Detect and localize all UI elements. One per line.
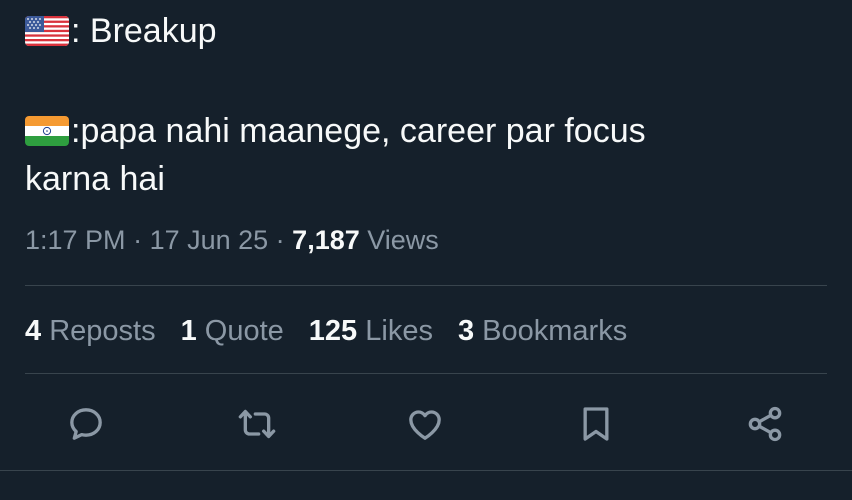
tweet-time[interactable]: 1:17 PM <box>25 225 126 255</box>
tweet-line-2: :papa nahi maanege, career par focus <box>25 110 646 152</box>
tweet-date[interactable]: 17 Jun 25 <box>150 225 269 255</box>
tweet-text-line-2: :papa nahi maanege, career par focus <box>71 112 646 150</box>
bookmarks-stat[interactable]: 3 Bookmarks <box>458 311 627 351</box>
meta-separator: · <box>125 225 150 255</box>
like-button[interactable] <box>401 400 449 448</box>
bookmark-button[interactable] <box>572 400 620 448</box>
tweet-text-line-3: karna hai <box>25 160 165 198</box>
quotes-stat[interactable]: 1 Quote <box>181 311 284 351</box>
likes-label: Likes <box>357 315 433 347</box>
reposts-count: 4 <box>25 315 42 347</box>
views-label: Views <box>359 225 439 255</box>
tweet-meta: 1:17 PM · 17 Jun 25 · 7,187 Views <box>25 220 439 260</box>
share-icon <box>748 406 782 442</box>
reply-icon <box>70 408 102 440</box>
heart-icon <box>409 410 441 440</box>
likes-count: 125 <box>308 315 358 347</box>
bookmark-icon <box>583 407 609 441</box>
quotes-label: Quote <box>196 315 284 347</box>
bookmarks-count: 3 <box>457 315 475 347</box>
india-flag-icon <box>25 116 69 146</box>
reposts-stat[interactable]: 4 Reposts <box>25 311 156 351</box>
views-count: 7,187 <box>292 225 360 255</box>
divider <box>0 470 852 471</box>
quotes-count: 1 <box>180 315 197 347</box>
tweet-detail: : Breakup :papa nahi maanege, career par… <box>0 0 852 500</box>
share-button[interactable] <box>741 400 789 448</box>
divider <box>25 373 827 374</box>
tweet-line-1: : Breakup <box>25 10 217 52</box>
tweet-text-line-1: : Breakup <box>71 12 217 50</box>
divider <box>25 285 827 286</box>
bookmarks-label: Bookmarks <box>474 315 628 347</box>
repost-icon <box>238 409 276 439</box>
repost-button[interactable] <box>233 400 281 448</box>
meta-separator: · <box>268 225 293 255</box>
reply-button[interactable] <box>62 400 110 448</box>
likes-stat[interactable]: 125 Likes <box>309 311 433 351</box>
us-flag-icon <box>25 16 69 46</box>
action-bar <box>0 400 852 448</box>
tweet-stats: 4 Reposts 1 Quote 125 Likes 3 Bookmarks <box>25 311 652 351</box>
reposts-label: Reposts <box>41 315 156 347</box>
tweet-line-3: karna hai <box>25 158 165 200</box>
